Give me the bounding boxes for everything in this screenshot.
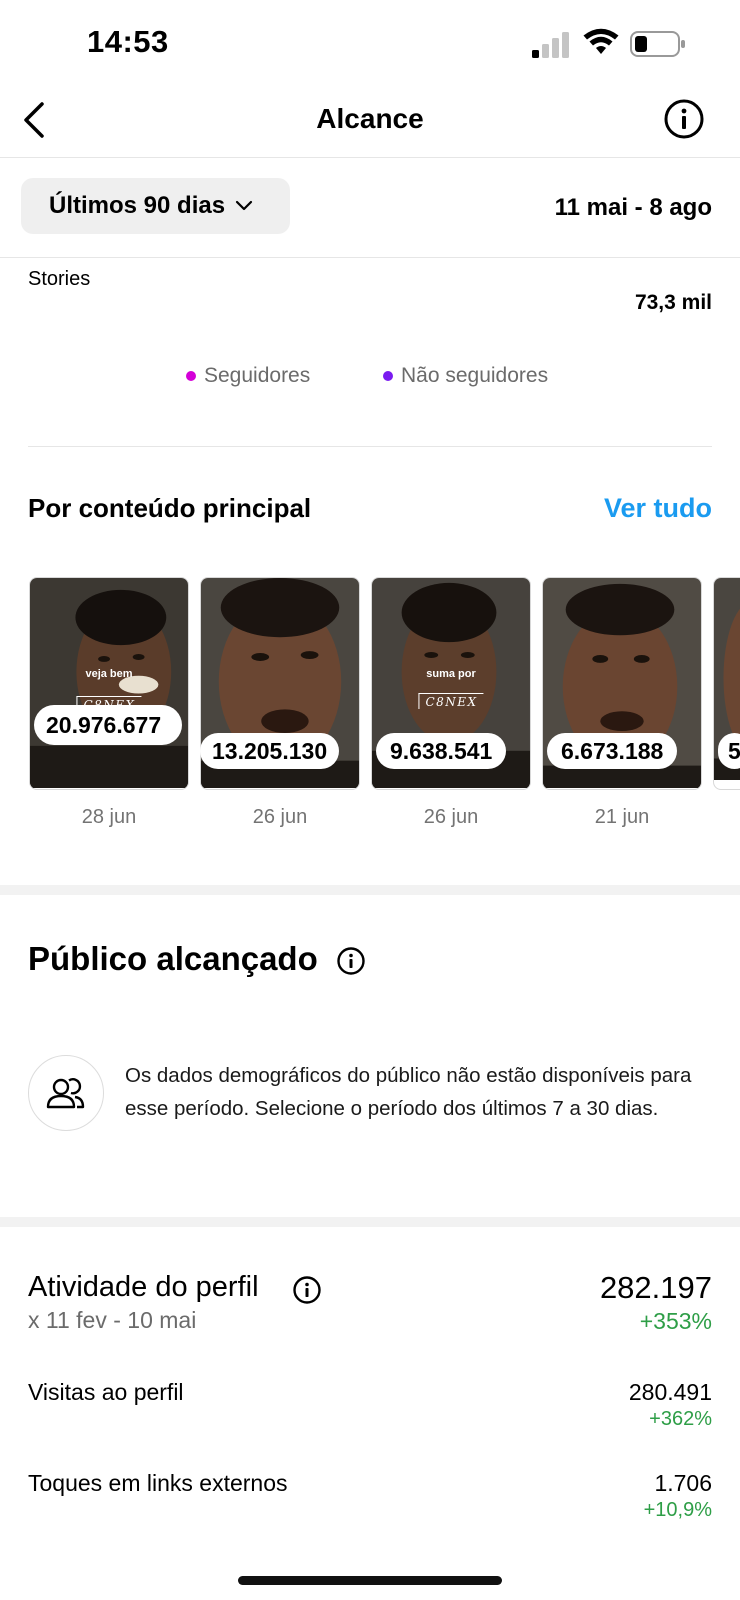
wifi-icon — [583, 28, 619, 54]
legend-item-followers: Seguidores — [186, 364, 310, 388]
audience-title: Público alcançado — [28, 940, 318, 977]
section-gap — [0, 1217, 740, 1227]
thumbnail-value: 6.673.188 — [547, 733, 678, 769]
metric-value: 1.706 — [654, 1470, 712, 1496]
watermark-brand: C8NEX — [418, 693, 484, 709]
status-time: 14:53 — [87, 24, 169, 59]
period-range: 11 mai - 8 ago — [554, 194, 712, 221]
thumbnail-date: 26 jun — [252, 806, 308, 828]
legend-item-non-followers: Não seguidores — [383, 364, 548, 388]
chevron-down-icon — [235, 200, 253, 211]
home-indicator — [238, 1576, 502, 1585]
activity-title: Atividade do perfil — [28, 1271, 259, 1303]
audience-icon-circle — [28, 1055, 104, 1131]
legend-label: Seguidores — [204, 364, 311, 387]
metric-value: 280.491 — [628, 1379, 712, 1405]
period-divider — [0, 257, 740, 258]
metric-label: Toques em links externos — [28, 1470, 288, 1496]
battery-icon — [630, 31, 685, 57]
see-all-link[interactable]: Ver tudo — [604, 493, 712, 524]
metric-change: +10,9% — [643, 1499, 712, 1521]
people-icon — [46, 1078, 85, 1109]
activity-total-change: +353% — [639, 1308, 712, 1334]
thumbnail-date: 21 jun — [594, 806, 650, 828]
section-gap — [0, 885, 740, 895]
thumbnail-value: 20.976.677 — [34, 705, 182, 745]
video-caption: suma por — [426, 668, 476, 680]
video-frame-image — [30, 578, 188, 789]
period-dropdown[interactable]: Últimos 90 dias — [21, 178, 290, 234]
content-thumbnail[interactable]: veja bem C8NEX — [29, 577, 189, 790]
stories-value: 73,3 mil — [634, 291, 712, 314]
stories-label: Stories — [28, 268, 91, 290]
period-label: Últimos 90 dias — [49, 192, 226, 219]
info-icon[interactable] — [663, 98, 705, 140]
metric-label: Visitas ao perfil — [28, 1379, 184, 1405]
legend-label: Não seguidores — [401, 364, 549, 387]
page-title: Alcance — [316, 103, 424, 134]
section-divider — [28, 446, 712, 447]
cellular-signal-icon — [532, 32, 569, 58]
thumbnail-value: 9.638.541 — [376, 733, 507, 769]
audience-message: Os dados demográficos do público não est… — [125, 1064, 692, 1120]
legend-dot — [383, 371, 393, 381]
thumbnail-date: 26 jun — [423, 806, 479, 828]
thumbnail-value: 13.205.130 — [200, 733, 340, 769]
info-icon[interactable] — [292, 1275, 322, 1305]
metric-change: +362% — [649, 1408, 712, 1430]
info-icon[interactable] — [336, 946, 366, 976]
video-caption: veja bem — [85, 668, 133, 680]
status-bar: 14:53 — [0, 0, 740, 90]
thumbnail-value: 5 — [718, 733, 740, 769]
header-divider — [0, 157, 740, 158]
top-content-title: Por conteúdo principal — [28, 493, 312, 523]
thumbnail-date: 28 jun — [81, 806, 137, 828]
legend-dot — [186, 371, 196, 381]
activity-total: 282.197 — [599, 1270, 712, 1305]
activity-comparison-range: x 11 fev - 10 mai — [28, 1307, 197, 1333]
